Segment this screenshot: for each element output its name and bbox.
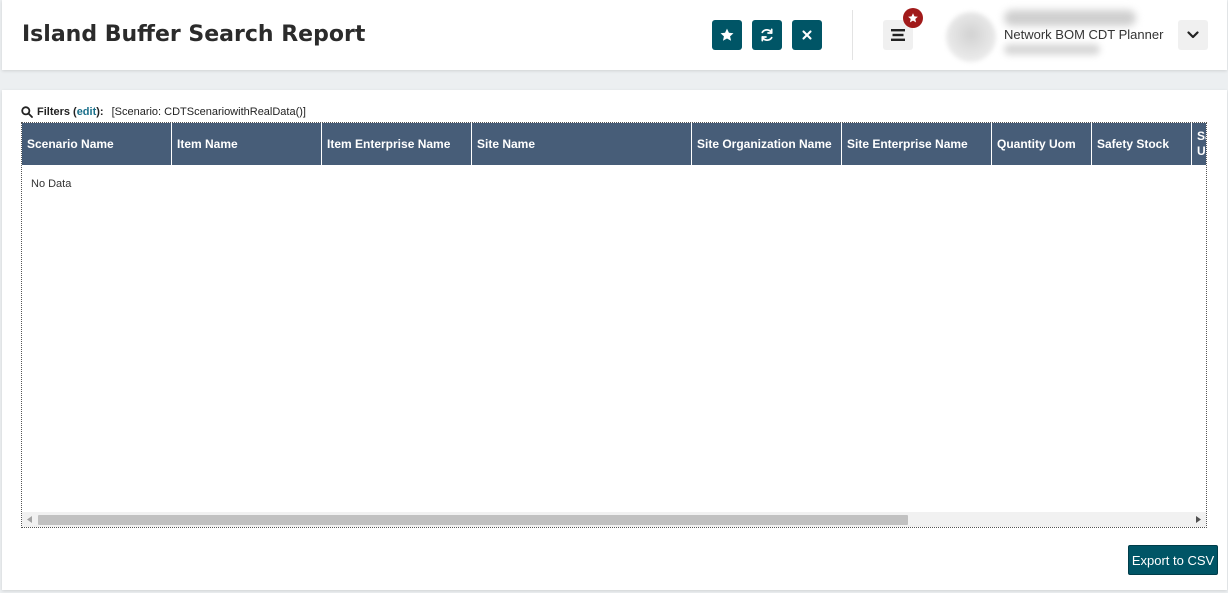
close-button[interactable]: [792, 20, 822, 50]
scrollbar-thumb[interactable]: [38, 515, 908, 525]
notification-badge[interactable]: [903, 8, 923, 28]
header-divider: [852, 10, 853, 60]
page-header: Island Buffer Search Report Network BOM …: [2, 0, 1227, 70]
filters-close-paren: ):: [96, 106, 104, 118]
column-header-quantity-uom[interactable]: Quantity Uom: [992, 123, 1092, 165]
column-header-clipped[interactable]: Sa U: [1192, 123, 1206, 165]
user-dropdown-button[interactable]: [1178, 20, 1208, 50]
filters-edit-link[interactable]: edit: [77, 106, 97, 118]
empty-message: No Data: [31, 178, 72, 190]
column-header-safety-stock[interactable]: Safety Stock: [1092, 123, 1192, 165]
scroll-left-button[interactable]: [22, 512, 37, 527]
export-csv-button[interactable]: Export to CSV: [1128, 545, 1218, 575]
column-header-item-name[interactable]: Item Name: [172, 123, 322, 165]
refresh-button[interactable]: [752, 20, 782, 50]
column-header-scenario-name[interactable]: Scenario Name: [22, 123, 172, 165]
user-name-redacted: [1004, 10, 1136, 26]
user-avatar[interactable]: [946, 12, 996, 62]
horizontal-scrollbar[interactable]: [22, 512, 1206, 527]
filters-bar: Filters (edit): [Scenario: CDTScenariowi…: [21, 106, 306, 118]
favorite-button[interactable]: [712, 20, 742, 50]
page-title: Island Buffer Search Report: [22, 22, 366, 47]
search-icon: [21, 106, 33, 118]
user-email-redacted: [1004, 44, 1100, 55]
close-icon: [802, 30, 812, 40]
scroll-right-icon: [1196, 516, 1201, 523]
chevron-down-icon: [1187, 31, 1199, 39]
column-header-site-name[interactable]: Site Name: [472, 123, 692, 165]
column-header-clipped-line2: U: [1197, 144, 1206, 158]
column-header-site-organization-name[interactable]: Site Organization Name: [692, 123, 842, 165]
grid-header: Scenario Name Item Name Item Enterprise …: [22, 123, 1206, 165]
scroll-right-button[interactable]: [1191, 512, 1206, 527]
column-header-site-enterprise-name[interactable]: Site Enterprise Name: [842, 123, 992, 165]
user-role: Network BOM CDT Planner: [1004, 27, 1164, 42]
column-header-clipped-line1: Sa: [1197, 129, 1206, 143]
star-icon: [720, 28, 734, 41]
hamburger-menu-icon: [891, 29, 905, 41]
column-header-item-enterprise-name[interactable]: Item Enterprise Name: [322, 123, 472, 165]
refresh-icon: [761, 28, 773, 42]
star-badge-icon: [908, 13, 918, 23]
filters-value: [Scenario: CDTScenariowithRealData()]: [111, 106, 306, 118]
scroll-left-icon: [27, 516, 32, 523]
report-grid: Scenario Name Item Name Item Enterprise …: [21, 122, 1207, 528]
filters-label: Filters: [37, 106, 71, 118]
